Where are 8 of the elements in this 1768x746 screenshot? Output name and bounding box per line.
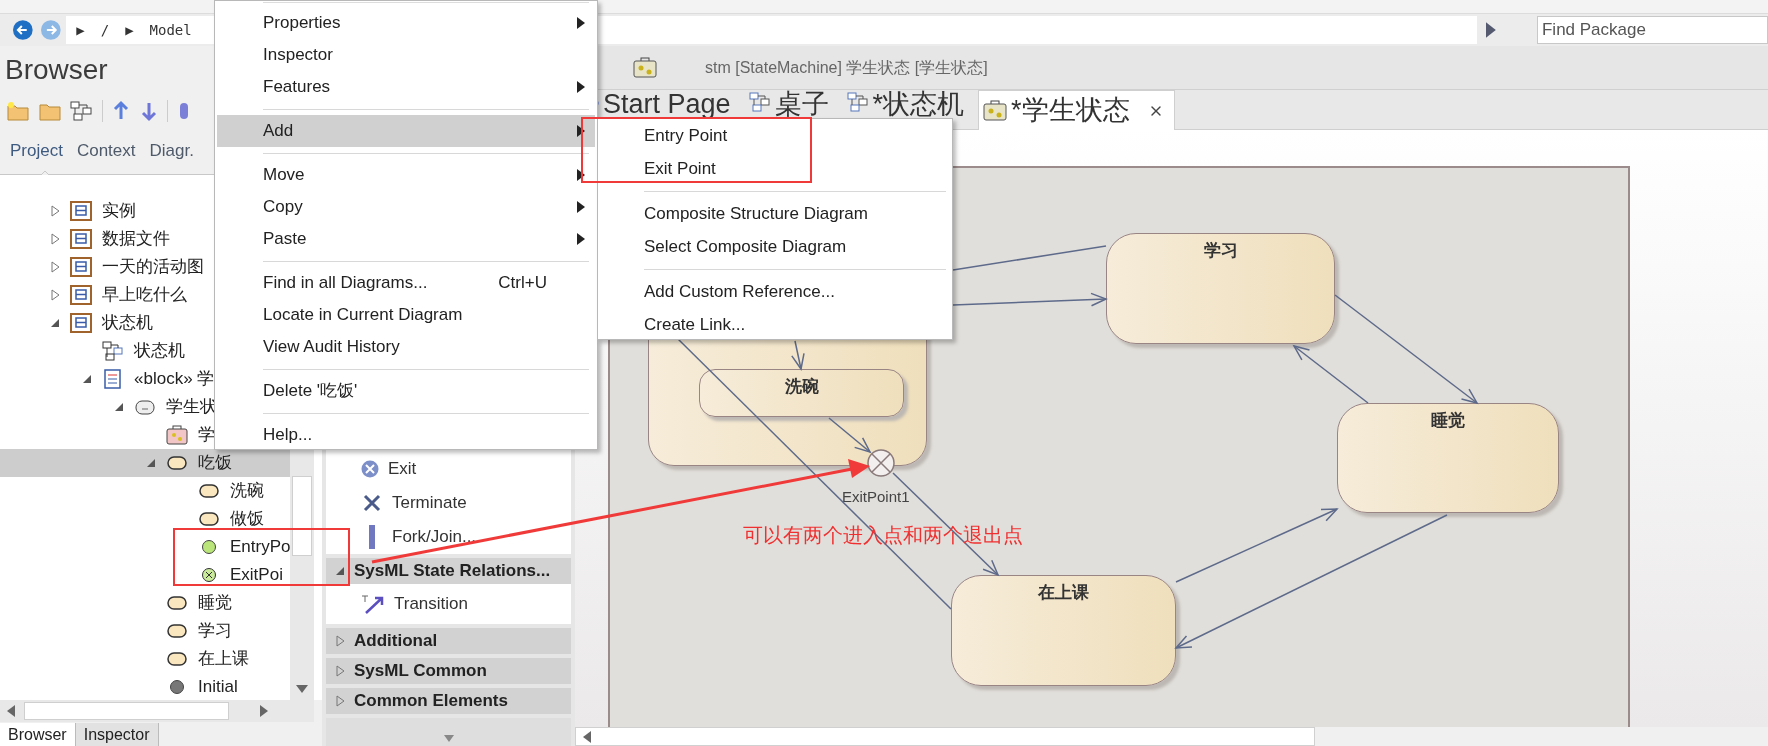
exit-point-label: ExitPoint1 <box>842 487 910 507</box>
state-node: 学习 <box>1106 233 1335 344</box>
shortcut-text: Ctrl+U <box>498 272 547 295</box>
diagram-header-title: stm [StateMachine] 学生状态 [学生状态] <box>705 57 988 78</box>
state-node: 在上课 <box>951 575 1176 686</box>
state-node: 洗碗 <box>699 369 904 417</box>
panel-title: Browser <box>5 53 108 87</box>
state-node: 睡觉 <box>1337 403 1559 513</box>
